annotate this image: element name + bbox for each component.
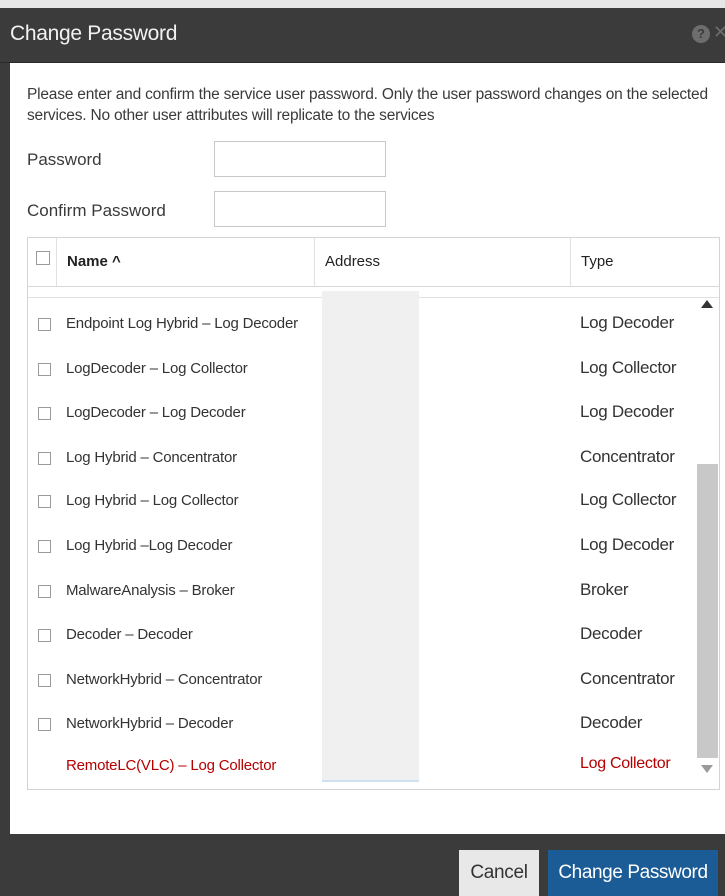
row-name: Log Hybrid – Log Collector xyxy=(66,492,239,509)
row-name: NetworkHybrid – Concentrator xyxy=(66,671,263,688)
row-type: Decoder xyxy=(580,624,643,643)
scroll-up-arrow-icon[interactable] xyxy=(701,300,713,308)
dialog-footer: Cancel Change Password xyxy=(0,834,725,896)
row-type: Log Decoder xyxy=(580,313,675,332)
header-select-cell xyxy=(28,238,57,286)
row-checkbox[interactable] xyxy=(38,540,51,553)
row-type: Log Collector xyxy=(580,755,671,772)
confirm-password-label: Confirm Password xyxy=(27,201,166,220)
row-checkbox[interactable] xyxy=(38,407,51,420)
row-type: Log Decoder xyxy=(580,535,675,554)
row-name: Log Hybrid –Log Decoder xyxy=(66,537,233,554)
change-password-dialog: Change Password ? ✕ Please enter and con… xyxy=(0,0,725,896)
row-type: Log Decoder xyxy=(580,402,675,421)
password-label: Password xyxy=(27,150,102,169)
row-checkbox[interactable] xyxy=(38,718,51,731)
row-name: Decoder – Decoder xyxy=(66,626,193,643)
row-type: Broker xyxy=(580,580,629,599)
scroll-down-arrow-icon[interactable] xyxy=(701,765,713,773)
row-checkbox[interactable] xyxy=(38,363,51,376)
row-checkbox[interactable] xyxy=(38,629,51,642)
select-all-checkbox[interactable] xyxy=(36,251,50,265)
instructions-text: Please enter and confirm the service use… xyxy=(27,86,708,124)
column-header-name[interactable]: Name ^ xyxy=(57,238,315,286)
row-name: MalwareAnalysis – Broker xyxy=(66,582,235,599)
window-top-strip xyxy=(0,0,725,8)
row-name: Log Hybrid – Concentrator xyxy=(66,449,237,466)
column-header-type[interactable]: Type xyxy=(571,238,719,286)
cancel-button[interactable]: Cancel xyxy=(459,850,539,896)
row-type: Log Collector xyxy=(580,358,677,377)
row-name: NetworkHybrid – Decoder xyxy=(66,715,234,732)
row-checkbox[interactable] xyxy=(38,585,51,598)
column-header-name-label: Name ^ xyxy=(67,253,121,270)
password-field[interactable] xyxy=(214,141,386,177)
grid-header: Name ^ Address Type xyxy=(28,238,719,287)
row-name: LogDecoder – Log Decoder xyxy=(66,404,246,421)
column-header-type-label: Type xyxy=(581,253,614,270)
row-type: Concentrator xyxy=(580,669,675,688)
change-password-button[interactable]: Change Password xyxy=(548,850,718,896)
close-icon[interactable]: ✕ xyxy=(713,22,725,43)
address-column-redacted xyxy=(322,291,419,782)
row-type: Concentrator xyxy=(580,447,675,466)
row-checkbox[interactable] xyxy=(38,318,51,331)
row-checkbox[interactable] xyxy=(38,674,51,687)
column-header-address-label: Address xyxy=(325,253,381,270)
row-type: Log Collector xyxy=(580,490,677,509)
row-name: LogDecoder – Log Collector xyxy=(66,360,248,377)
row-checkbox[interactable] xyxy=(38,495,51,508)
services-grid: Name ^ Address Type Endpoint Log Hybrid … xyxy=(27,237,720,790)
row-name: RemoteLC(VLC) – Log Collector xyxy=(66,757,277,774)
dialog-title: Change Password xyxy=(10,22,178,45)
grid-scrollbar[interactable] xyxy=(697,298,718,781)
help-icon[interactable]: ? xyxy=(692,25,710,43)
row-checkbox[interactable] xyxy=(38,452,51,465)
scroll-thumb[interactable] xyxy=(697,464,718,758)
dialog-title-bar: Change Password ? ✕ xyxy=(0,8,725,63)
row-name: Endpoint Log Hybrid – Log Decoder xyxy=(66,315,298,332)
row-type: Decoder xyxy=(580,713,643,732)
confirm-password-field[interactable] xyxy=(214,191,386,227)
column-header-address[interactable]: Address xyxy=(315,238,571,286)
